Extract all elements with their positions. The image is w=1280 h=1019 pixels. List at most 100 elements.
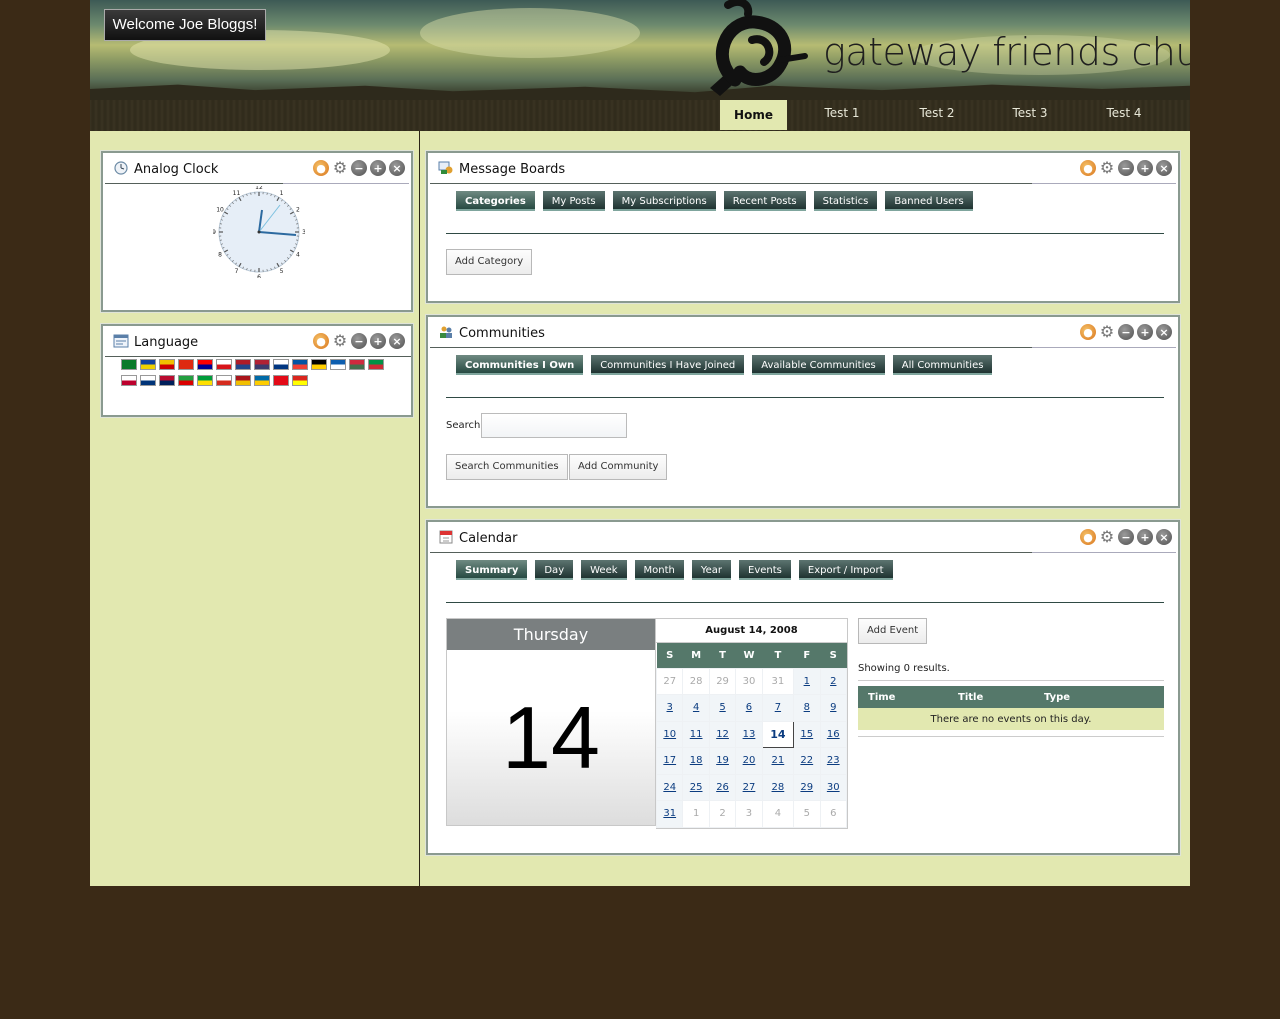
- calendar-day[interactable]: 28: [761, 773, 795, 801]
- tab-available-communities[interactable]: Available Communities: [752, 355, 885, 375]
- close-icon[interactable]: ×: [389, 333, 405, 349]
- calendar-day[interactable]: 21: [761, 747, 795, 775]
- look-and-feel-icon[interactable]: ●: [1080, 160, 1096, 176]
- calendar-day[interactable]: 22: [793, 747, 821, 775]
- configuration-icon[interactable]: ⚙: [1099, 324, 1115, 340]
- column-header[interactable]: Type: [1034, 686, 1164, 708]
- flag-fa-ir-icon[interactable]: [178, 375, 194, 386]
- calendar-day[interactable]: 18: [682, 747, 710, 775]
- nav-home[interactable]: Home: [720, 100, 787, 130]
- configuration-icon[interactable]: ⚙: [332, 333, 348, 349]
- tab-recent-posts[interactable]: Recent Posts: [723, 191, 806, 211]
- minimize-icon[interactable]: −: [1118, 529, 1134, 545]
- nav-test-2[interactable]: Test 2: [897, 100, 977, 130]
- search-input[interactable]: [481, 413, 627, 438]
- flag-zh-cn-icon[interactable]: [178, 359, 194, 370]
- flag-el-gr-icon[interactable]: [330, 359, 346, 370]
- maximize-icon[interactable]: +: [370, 333, 386, 349]
- tab-year[interactable]: Year: [691, 560, 732, 580]
- calendar-day[interactable]: 11: [682, 720, 710, 748]
- calendar-day[interactable]: 30: [819, 773, 847, 801]
- configuration-icon[interactable]: ⚙: [332, 160, 348, 176]
- flag-en-us-icon[interactable]: [254, 359, 270, 370]
- tab-month[interactable]: Month: [634, 560, 684, 580]
- minimize-icon[interactable]: −: [351, 160, 367, 176]
- nav-test-1[interactable]: Test 1: [802, 100, 882, 130]
- maximize-icon[interactable]: +: [1137, 324, 1153, 340]
- look-and-feel-icon[interactable]: ●: [1080, 324, 1096, 340]
- flag-ca-es-icon[interactable]: [159, 359, 175, 370]
- look-and-feel-icon[interactable]: ●: [313, 160, 329, 176]
- tab-banned-users[interactable]: Banned Users: [885, 191, 973, 211]
- look-and-feel-icon[interactable]: ●: [313, 333, 329, 349]
- maximize-icon[interactable]: +: [1137, 160, 1153, 176]
- add-category-button[interactable]: Add Category: [446, 249, 533, 275]
- tab-communities-joined[interactable]: Communities I Have Joined: [591, 355, 745, 375]
- add-community-button[interactable]: Add Community: [569, 454, 668, 480]
- tab-categories[interactable]: Categories: [456, 191, 535, 211]
- flag-fi-fi-icon[interactable]: [273, 359, 289, 370]
- flag-fr-fr-icon[interactable]: [292, 359, 308, 370]
- tab-all-communities[interactable]: All Communities: [892, 355, 993, 375]
- calendar-day[interactable]: 26: [708, 773, 737, 801]
- minimize-icon[interactable]: −: [1118, 324, 1134, 340]
- calendar-day[interactable]: 4: [682, 694, 710, 722]
- flag-ko-kr-icon[interactable]: [140, 375, 156, 386]
- flag-nb-no-icon[interactable]: [159, 375, 175, 386]
- flag-ru-ru-icon[interactable]: [216, 375, 232, 386]
- maximize-icon[interactable]: +: [370, 160, 386, 176]
- calendar-day[interactable]: 13: [735, 720, 763, 748]
- close-icon[interactable]: ×: [1156, 529, 1172, 545]
- minimize-icon[interactable]: −: [351, 333, 367, 349]
- flag-de-de-icon[interactable]: [311, 359, 327, 370]
- calendar-day-today[interactable]: 14: [761, 720, 795, 748]
- flag-es-es-icon[interactable]: [235, 375, 251, 386]
- tab-summary[interactable]: Summary: [456, 560, 528, 580]
- tab-my-posts[interactable]: My Posts: [542, 191, 605, 211]
- calendar-day[interactable]: 3: [655, 694, 684, 722]
- flag-pt-br-icon[interactable]: [197, 375, 213, 386]
- calendar-day[interactable]: 27: [735, 773, 763, 801]
- flag-ca-ad-icon[interactable]: [140, 359, 156, 370]
- tab-my-subscriptions[interactable]: My Subscriptions: [612, 191, 716, 211]
- tab-events[interactable]: Events: [739, 560, 791, 580]
- column-header[interactable]: Title: [948, 686, 1034, 708]
- add-event-button[interactable]: Add Event: [858, 618, 928, 644]
- welcome-button[interactable]: Welcome Joe Bloggs!: [104, 9, 266, 41]
- calendar-day[interactable]: 1: [793, 667, 821, 695]
- calendar-day[interactable]: 23: [819, 747, 847, 775]
- configuration-icon[interactable]: ⚙: [1099, 160, 1115, 176]
- calendar-day[interactable]: 9: [819, 694, 847, 722]
- close-icon[interactable]: ×: [389, 160, 405, 176]
- configuration-icon[interactable]: ⚙: [1099, 529, 1115, 545]
- calendar-day[interactable]: 7: [761, 694, 795, 722]
- flag-sv-se-icon[interactable]: [254, 375, 270, 386]
- calendar-day[interactable]: 15: [793, 720, 821, 748]
- calendar-day[interactable]: 12: [708, 720, 737, 748]
- flag-hu-hu-icon[interactable]: [349, 359, 365, 370]
- calendar-day[interactable]: 6: [735, 694, 763, 722]
- calendar-day[interactable]: 5: [708, 694, 737, 722]
- tab-day[interactable]: Day: [535, 560, 574, 580]
- nav-test-3[interactable]: Test 3: [990, 100, 1070, 130]
- flag-nl-nl-icon[interactable]: [235, 359, 251, 370]
- column-header[interactable]: Time: [858, 686, 948, 708]
- calendar-day[interactable]: 17: [655, 747, 684, 775]
- calendar-day[interactable]: 25: [682, 773, 710, 801]
- calendar-day[interactable]: 8: [793, 694, 821, 722]
- tab-statistics[interactable]: Statistics: [813, 191, 878, 211]
- calendar-day[interactable]: 31: [655, 800, 684, 828]
- flag-ja-jp-icon[interactable]: [121, 375, 137, 386]
- calendar-day[interactable]: 2: [819, 667, 847, 695]
- close-icon[interactable]: ×: [1156, 324, 1172, 340]
- calendar-day[interactable]: 19: [708, 747, 737, 775]
- nav-test-4[interactable]: Test 4: [1084, 100, 1164, 130]
- calendar-day[interactable]: 20: [735, 747, 763, 775]
- flag-tr-tr-icon[interactable]: [273, 375, 289, 386]
- calendar-day[interactable]: 16: [819, 720, 847, 748]
- flag-vi-vn-icon[interactable]: [292, 375, 308, 386]
- flag-zh-tw-icon[interactable]: [197, 359, 213, 370]
- search-communities-button[interactable]: Search Communities: [446, 454, 568, 480]
- minimize-icon[interactable]: −: [1118, 160, 1134, 176]
- calendar-day[interactable]: 24: [655, 773, 684, 801]
